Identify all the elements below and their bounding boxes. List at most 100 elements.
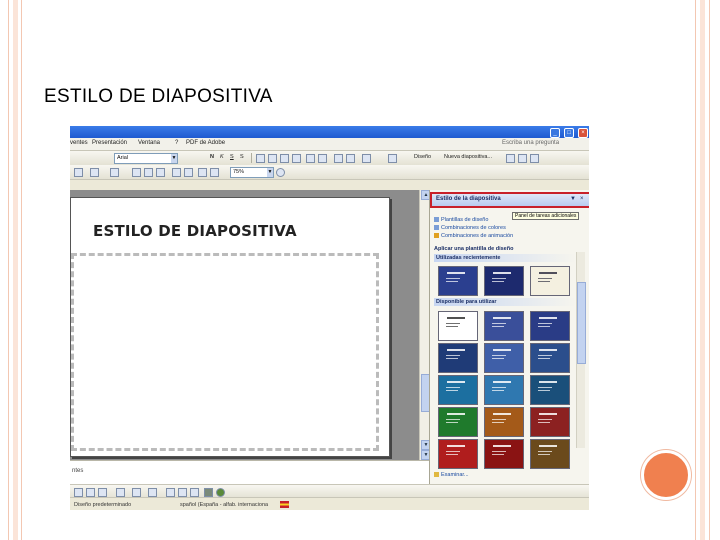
font-color-icon[interactable]: [388, 154, 397, 163]
template-thumbnail[interactable]: [530, 266, 570, 296]
maximize-button[interactable]: □: [564, 128, 574, 138]
template-thumbnail[interactable]: [438, 311, 478, 341]
template-thumbnail[interactable]: [530, 407, 570, 437]
expand-icon[interactable]: [198, 168, 207, 177]
fill-color-icon[interactable]: [116, 488, 125, 497]
slide-canvas-title[interactable]: ESTILO DE DIAPOSITIVA: [93, 222, 297, 240]
decorative-border-line: [8, 0, 9, 540]
align-center-icon[interactable]: [268, 154, 277, 163]
font-name-value: Arial: [117, 155, 129, 161]
hyperlink-icon[interactable]: [110, 168, 119, 177]
template-thumbnail[interactable]: [438, 407, 478, 437]
template-thumbnail[interactable]: [484, 343, 524, 373]
available-heading: Disponible para utilizar: [434, 298, 576, 306]
decorative-orb: [641, 450, 691, 500]
grid-icon[interactable]: [172, 168, 181, 177]
drawing-toolbar: [70, 484, 589, 498]
template-thumbnail[interactable]: [484, 266, 524, 296]
chevron-down-icon[interactable]: ▼: [570, 196, 576, 202]
indent-icon[interactable]: [362, 154, 371, 163]
palette-icon: [434, 225, 439, 231]
notes-area[interactable]: ntes: [70, 460, 429, 485]
color-schemes-link[interactable]: Combinaciones de colores: [434, 225, 506, 231]
shadow-icon[interactable]: [204, 488, 213, 497]
template-thumbnail[interactable]: [438, 375, 478, 405]
align-left-icon[interactable]: [256, 154, 265, 163]
apply-template-heading: Aplicar una plantilla de diseño: [434, 246, 514, 252]
image-icon[interactable]: [86, 488, 95, 497]
font-name-combo[interactable]: Arial ▼: [114, 153, 178, 164]
redo-icon[interactable]: [90, 168, 99, 177]
standard-toolbar: 75% ▼: [70, 165, 589, 180]
template-thumbnail[interactable]: [438, 266, 478, 296]
task-pane-header[interactable]: Estilo de la diapositiva ▼ ×: [430, 192, 589, 208]
toolbar-options-icon[interactable]: [506, 154, 515, 163]
help-question-box[interactable]: Escriba una pregunta: [502, 140, 559, 146]
font-color-icon[interactable]: [148, 488, 157, 497]
bullets-icon[interactable]: [318, 154, 327, 163]
decrease-font-icon[interactable]: [346, 154, 355, 163]
italic-button[interactable]: K: [220, 154, 224, 160]
design-templates-label: Plantillas de diseño: [441, 217, 489, 223]
menu-item[interactable]: PDF de Adobe: [186, 140, 225, 146]
table-icon[interactable]: [132, 168, 141, 177]
minimize-button[interactable]: _: [550, 128, 560, 138]
insert-icon[interactable]: [74, 488, 83, 497]
decorative-border-line: [21, 0, 22, 540]
chart-icon[interactable]: [144, 168, 153, 177]
3d-icon[interactable]: [216, 488, 225, 497]
justify-icon[interactable]: [292, 154, 301, 163]
powerpoint-screenshot: _ □ × ventes Presentación Ventana ? PDF …: [70, 126, 589, 510]
line-style-icon[interactable]: [166, 488, 175, 497]
template-thumbnail[interactable]: [484, 375, 524, 405]
template-thumbnail[interactable]: [530, 439, 570, 469]
scroll-thumb[interactable]: [577, 282, 586, 364]
template-thumbnail[interactable]: [438, 343, 478, 373]
design-button[interactable]: Diseño: [414, 154, 431, 160]
image-icon[interactable]: [156, 168, 165, 177]
zoom-value: 75%: [233, 169, 245, 175]
template-thumbnail[interactable]: [484, 311, 524, 341]
increase-font-icon[interactable]: [334, 154, 343, 163]
bold-button[interactable]: N: [210, 154, 214, 160]
browse-link[interactable]: Examinar...: [434, 472, 469, 478]
picture-icon[interactable]: [98, 488, 107, 497]
new-slide-button[interactable]: Nueva diapositiva...: [444, 154, 492, 160]
template-thumbnail[interactable]: [530, 375, 570, 405]
dash-style-icon[interactable]: [178, 488, 187, 497]
line-color-icon[interactable]: [132, 488, 141, 497]
template-thumbnail[interactable]: [484, 407, 524, 437]
color-icon[interactable]: [184, 168, 193, 177]
menu-item[interactable]: ?: [175, 140, 178, 146]
help-icon[interactable]: [276, 168, 285, 177]
task-pane: Estilo de la diapositiva ▼ × Panel de ta…: [429, 190, 589, 484]
numbering-icon[interactable]: [306, 154, 315, 163]
underline-button[interactable]: S: [230, 154, 234, 160]
toolbar-options-icon[interactable]: [530, 154, 539, 163]
animation-schemes-link[interactable]: Combinaciones de animación: [434, 233, 513, 239]
decorative-border-line: [695, 0, 696, 540]
design-templates-link[interactable]: Plantillas de diseño: [434, 217, 488, 223]
task-pane-scrollbar[interactable]: [576, 252, 586, 448]
undo-icon[interactable]: [74, 168, 83, 177]
close-button[interactable]: ×: [578, 128, 588, 138]
toolbar-options-icon[interactable]: [518, 154, 527, 163]
template-thumbnail[interactable]: [484, 439, 524, 469]
animation-schemes-label: Combinaciones de animación: [441, 233, 514, 239]
template-thumbnail[interactable]: [530, 343, 570, 373]
arrow-style-icon[interactable]: [190, 488, 199, 497]
close-icon[interactable]: ×: [580, 196, 584, 202]
zoom-combo[interactable]: 75% ▼: [230, 167, 274, 178]
show-formatting-icon[interactable]: [210, 168, 219, 177]
template-thumbnail[interactable]: [530, 311, 570, 341]
decorative-border-line: [709, 0, 710, 540]
slide-canvas[interactable]: ESTILO DE DIAPOSITIVA: [70, 197, 390, 457]
menu-item[interactable]: Ventana: [138, 140, 160, 146]
shadow-button[interactable]: S: [240, 154, 244, 160]
menu-item[interactable]: Presentación: [92, 140, 127, 146]
menu-item[interactable]: ventes: [70, 140, 88, 146]
toolbar-separator: [251, 153, 252, 163]
template-thumbnail[interactable]: [438, 439, 478, 469]
content-placeholder[interactable]: [71, 253, 379, 451]
align-right-icon[interactable]: [280, 154, 289, 163]
